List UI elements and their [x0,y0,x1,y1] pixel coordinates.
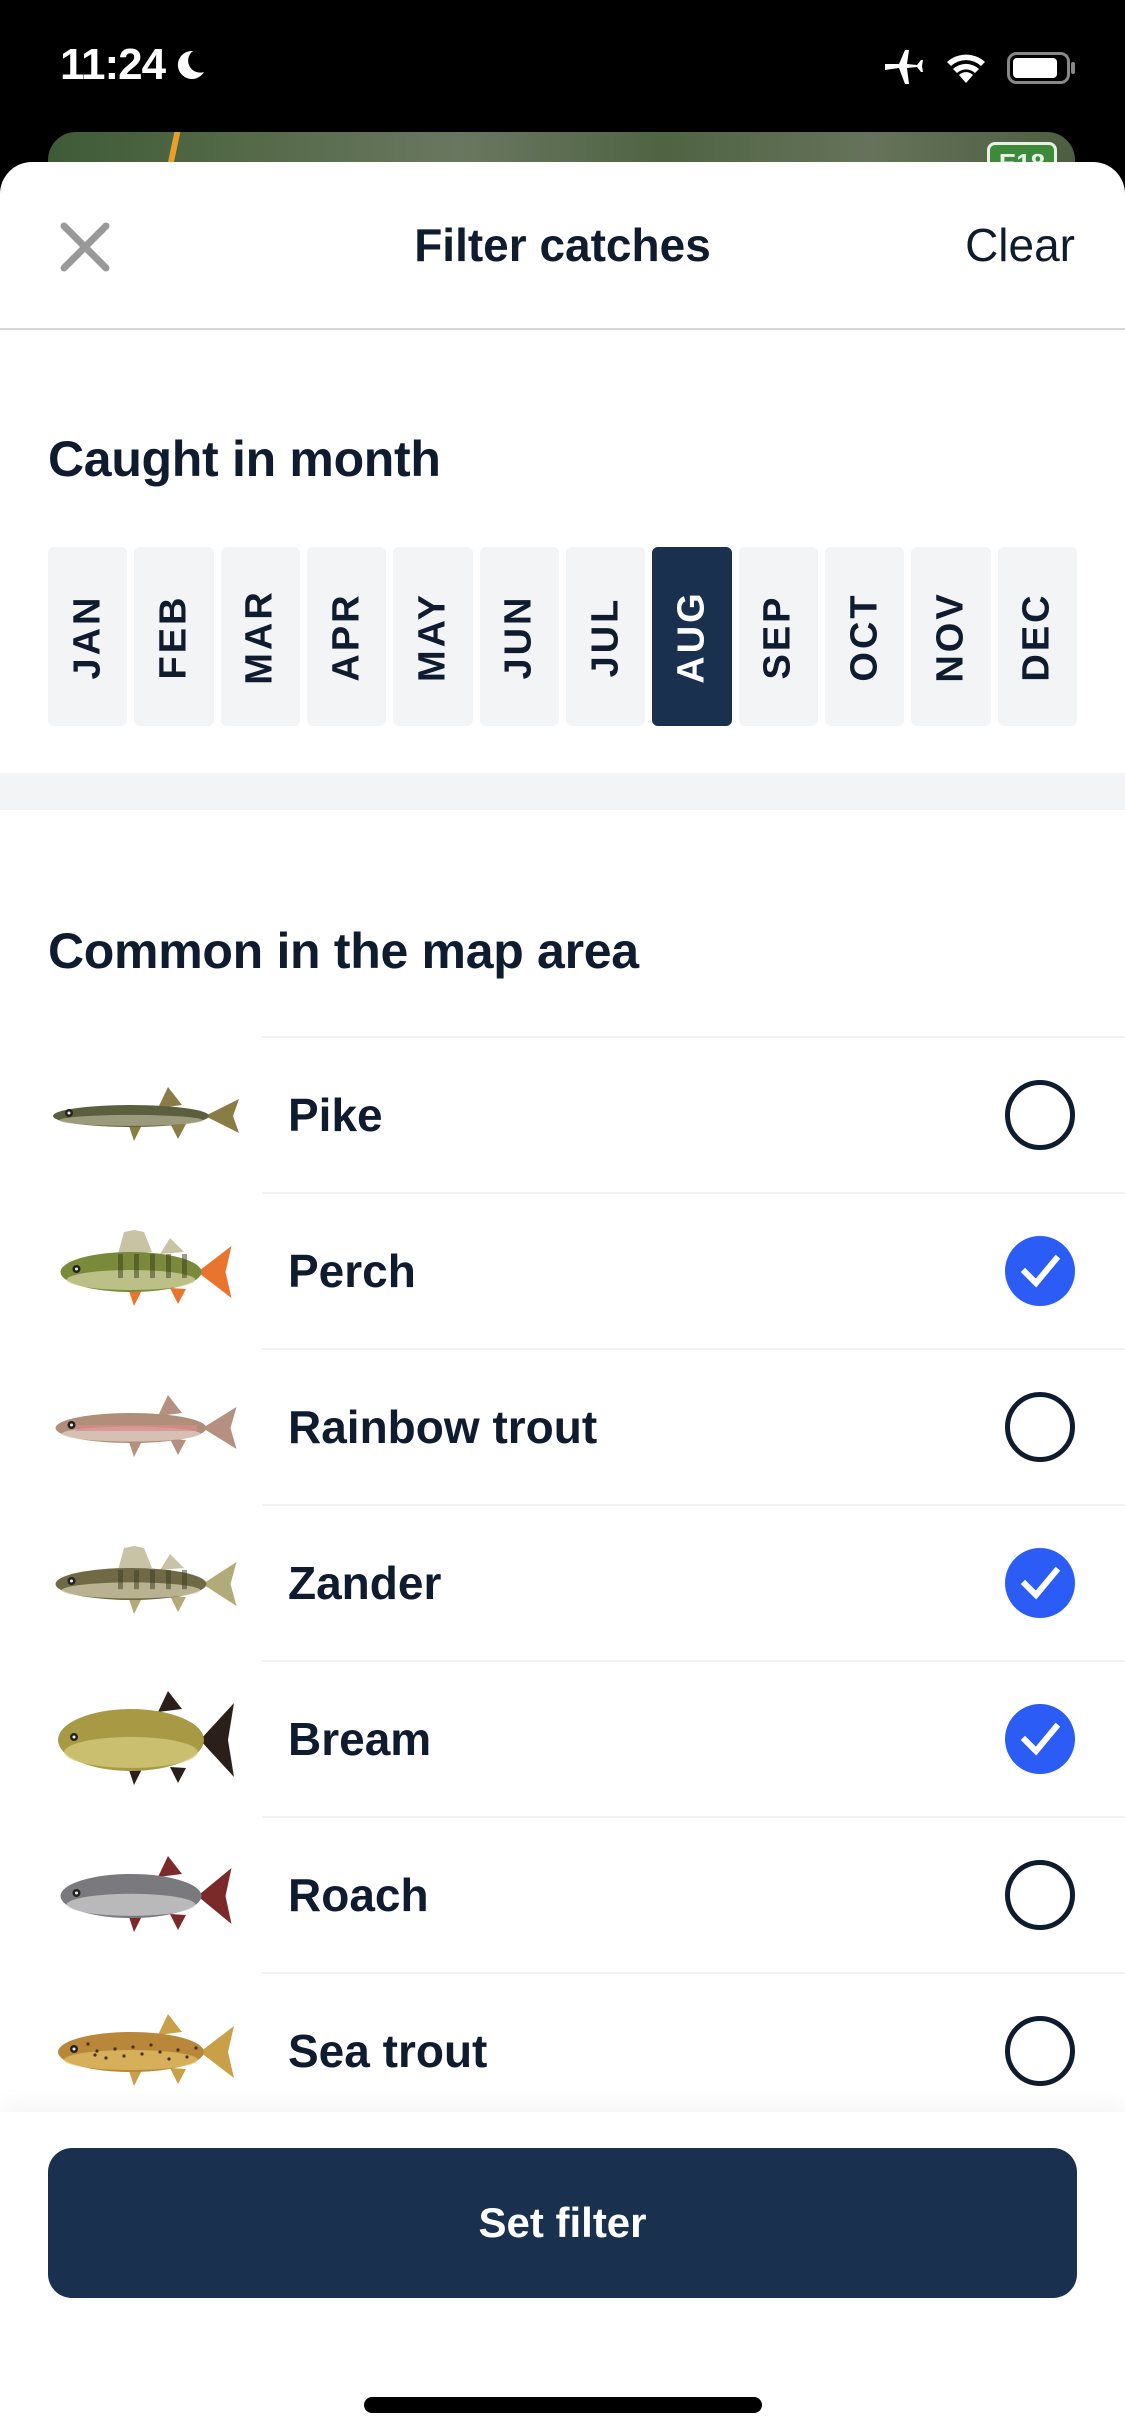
zander-fish-icon [55,1546,237,1614]
set-filter-button[interactable]: Set filter [48,2148,1077,2298]
month-tile-oct[interactable]: OCT [824,547,905,726]
month-tile-jun[interactable]: JUN [479,547,559,726]
month-label: FEB [152,594,195,679]
species-name: Zander [288,1557,442,1609]
month-tile-jan[interactable]: JAN [48,547,128,726]
month-label: NOV [929,590,972,683]
species-image [48,1688,262,1788]
close-icon [60,222,110,272]
month-tile-may[interactable]: MAY [393,547,473,726]
month-label: JUN [497,593,540,680]
status-time: 11:24 [60,40,166,89]
month-tile-feb[interactable]: FEB [134,547,214,726]
checkbox-unchecked[interactable] [1005,1392,1075,1462]
checkbox-checked[interactable] [1005,1548,1075,1618]
month-tile-sep[interactable]: SEP [738,547,818,726]
species-row-pike[interactable]: Pike [0,1036,1125,1192]
species-row-roach[interactable]: Roach [0,1816,1125,1972]
status-time-group: 11:24 [60,40,207,90]
filter-sheet: Filter catches Clear Caught in month JAN… [0,162,1125,2436]
checkbox-checked[interactable] [1005,1704,1075,1774]
section-divider [0,773,1125,810]
month-tile-aug[interactable]: AUG [652,547,732,726]
species-image [48,2000,262,2100]
species-name: Bream [288,1713,432,1765]
checkmark-icon [1020,1566,1061,1600]
checkmark-icon [1020,1722,1061,1756]
rainbow-trout-fish-icon [55,1395,237,1457]
month-label: JUL [584,596,627,677]
species-name: Roach [288,1869,429,1921]
bottom-panel: Set filter [0,2112,1125,2436]
species-row-bream[interactable]: Bream [0,1660,1125,1816]
month-tile-apr[interactable]: APR [306,547,387,726]
checkmark-icon [1020,1254,1061,1288]
month-selector: JAN FEB MAR APR MAY JUN JUL AUG SEP OCT NOV DEC [48,547,1077,726]
species-row-rainbow-trout[interactable]: Rainbow trout [0,1348,1125,1504]
close-button[interactable] [58,220,112,274]
status-bar: 11:24 [0,0,1125,132]
perch-fish-icon [60,1230,232,1306]
month-label: OCT [843,591,886,682]
clear-button[interactable]: Clear [965,218,1075,272]
species-image [48,1376,262,1476]
month-label: MAR [238,588,281,685]
species-row-perch[interactable]: Perch [0,1192,1125,1348]
month-tile-jul[interactable]: JUL [565,547,646,726]
species-image [48,1532,262,1632]
month-section-title: Caught in month [48,431,441,487]
species-section-title: Common in the map area [48,923,639,979]
species-name: Rainbow trout [288,1401,598,1453]
species-image [48,1220,262,1320]
month-label: AUG [670,589,713,684]
month-label: JAN [66,593,109,680]
checkbox-unchecked[interactable] [1005,1860,1075,1930]
species-image [48,1064,262,1164]
month-tile-nov[interactable]: NOV [911,547,991,726]
species-row-sea-trout[interactable]: Sea trout [0,1972,1125,2128]
species-name: Sea trout [288,2025,488,2077]
species-row-zander[interactable]: Zander [0,1504,1125,1660]
roach-fish-icon [60,1856,232,1932]
month-label: APR [325,591,368,682]
month-tile-mar[interactable]: MAR [220,547,300,726]
species-image [48,1844,262,1944]
species-list: Pike Perch Rainbow trout Zander Bream Roach Se… [0,1036,1125,2128]
battery-icon [1007,52,1075,84]
airplane-mode-icon [885,50,923,84]
moon-icon [178,50,205,79]
page-title: Filter catches [414,219,711,271]
checkbox-checked[interactable] [1005,1236,1075,1306]
species-name: Pike [288,1089,383,1141]
bream-fish-icon [58,1691,234,1785]
month-label: MAY [411,591,454,682]
status-icons [881,48,1077,88]
home-indicator [364,2397,762,2413]
sea-trout-fish-icon [58,2014,234,2086]
pike-fish-icon [53,1087,239,1141]
checkbox-unchecked[interactable] [1005,1080,1075,1150]
species-name: Perch [288,1245,416,1297]
sheet-header: Filter catches Clear [0,162,1125,330]
checkbox-unchecked[interactable] [1005,2016,1075,2086]
month-label: DEC [1015,591,1058,682]
month-label: SEP [756,593,799,680]
wifi-icon [947,54,985,83]
month-tile-dec[interactable]: DEC [997,547,1077,726]
